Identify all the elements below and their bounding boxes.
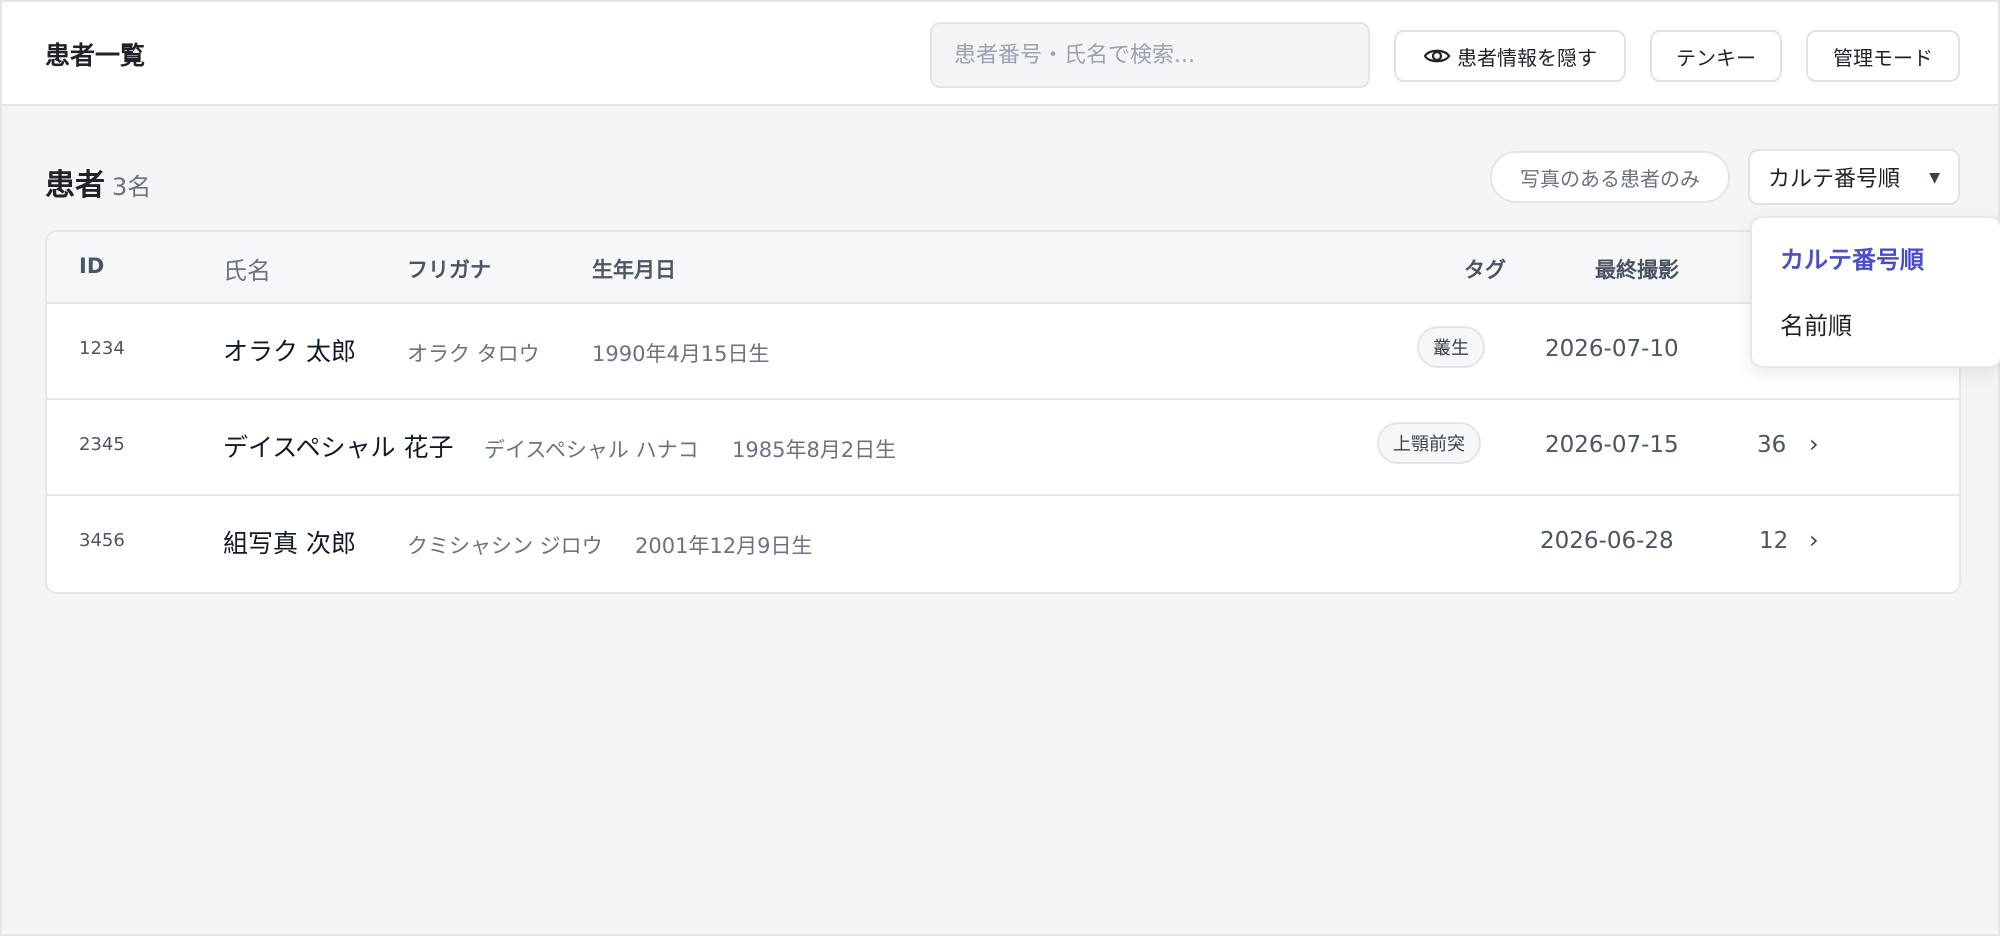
sort-select[interactable]: カルテ番号順 ▼	[1748, 149, 1960, 205]
patient-birthdate: 1985年8月2日生	[732, 438, 897, 462]
patient-count: 3名	[112, 173, 152, 201]
patient-table: ID 氏名 フリガナ 生年月日 タグ 最終撮影 1234 オラク 太郎 オラク …	[45, 230, 1961, 594]
column-header-kana: フリガナ	[407, 258, 491, 282]
last-photo-date: 2026-07-10	[1545, 336, 1679, 362]
tag-badge: 上顎前突	[1377, 422, 1481, 464]
column-header-id: ID	[79, 254, 105, 278]
patient-id: 1234	[79, 338, 125, 359]
patient-kana: オラク タロウ	[407, 342, 540, 366]
table-row[interactable]: 1234 オラク 太郎 オラク タロウ 1990年4月15日生 叢生 2026-…	[47, 304, 1959, 400]
app-window: 患者一覧 患者情報を隠す テンキー 管理モード 患者 3名 写真のある患者のみ …	[0, 0, 2000, 936]
chevron-right-icon[interactable]: ›	[1809, 526, 1819, 554]
patient-id: 3456	[79, 530, 125, 551]
table-row[interactable]: 2345 デイスペシャル 花子 デイスペシャル ハナコ 1985年8月2日生 上…	[47, 400, 1959, 496]
caret-down-icon: ▼	[1929, 170, 1940, 186]
sort-selected-label: カルテ番号順	[1768, 167, 1901, 192]
sort-option-chart-number[interactable]: カルテ番号順	[1780, 240, 1924, 275]
hide-patient-info-label: 患者情報を隠す	[1457, 45, 1597, 70]
patient-birthdate: 1990年4月15日生	[592, 342, 770, 366]
column-header-name: 氏名	[223, 257, 271, 285]
patient-id: 2345	[79, 434, 125, 455]
photo-count: 12	[1759, 528, 1789, 554]
patient-name: 組写真 次郎	[223, 529, 356, 558]
admin-mode-button[interactable]: 管理モード	[1806, 30, 1960, 82]
column-header-tag: タグ	[1464, 258, 1506, 282]
tenkey-button[interactable]: テンキー	[1650, 30, 1782, 82]
table-row[interactable]: 3456 組写真 次郎 クミシャシン ジロウ 2001年12月9日生 2026-…	[47, 496, 1959, 592]
patient-kana: クミシャシン ジロウ	[407, 534, 603, 558]
section-title: 患者	[45, 168, 105, 203]
sort-option-name[interactable]: 名前順	[1780, 306, 1852, 341]
top-header: 患者一覧 患者情報を隠す テンキー 管理モード	[2, 2, 1998, 106]
sort-dropdown-menu: カルテ番号順 名前順	[1750, 216, 2000, 368]
patient-name: オラク 太郎	[223, 337, 356, 366]
photo-filter-toggle[interactable]: 写真のある患者のみ	[1490, 151, 1730, 203]
last-photo-date: 2026-06-28	[1540, 528, 1674, 554]
tag-badge: 叢生	[1417, 326, 1485, 368]
patient-birthdate: 2001年12月9日生	[635, 534, 813, 558]
patient-kana: デイスペシャル ハナコ	[484, 438, 699, 462]
table-header: ID 氏名 フリガナ 生年月日 タグ 最終撮影	[47, 232, 1959, 304]
chevron-right-icon[interactable]: ›	[1809, 430, 1819, 458]
column-header-birth: 生年月日	[592, 258, 676, 282]
hide-patient-info-button[interactable]: 患者情報を隠す	[1394, 30, 1626, 82]
page-title: 患者一覧	[45, 41, 146, 70]
last-photo-date: 2026-07-15	[1545, 432, 1679, 458]
eye-icon	[1423, 49, 1451, 63]
patient-name: デイスペシャル 花子	[223, 433, 454, 462]
column-header-last-photo: 最終撮影	[1595, 258, 1679, 282]
photo-count: 36	[1757, 432, 1787, 458]
search-input[interactable]	[930, 22, 1370, 88]
